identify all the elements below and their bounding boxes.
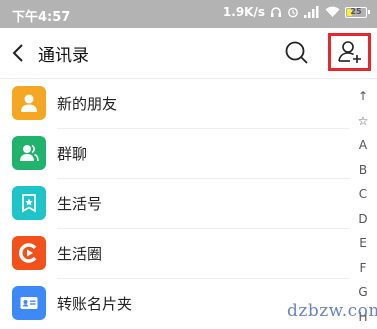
- circle-c-icon: [12, 236, 46, 270]
- search-icon: [284, 40, 310, 66]
- alphabet-index[interactable]: ↑ ☆ A B C D E F G H: [352, 84, 374, 329]
- page-title: 通讯录: [38, 41, 89, 66]
- alarm-icon: [287, 6, 299, 18]
- wifi-icon: [325, 6, 340, 18]
- index-letter[interactable]: F: [360, 256, 367, 281]
- status-bar: 下午4:57 1.9K/s 25: [0, 0, 377, 28]
- add-contact-button[interactable]: [328, 33, 371, 71]
- star-bookmark-icon: [12, 186, 46, 220]
- index-letter[interactable]: E: [359, 231, 367, 256]
- list-item-group-chat[interactable]: 群聊: [0, 129, 350, 179]
- chevron-left-icon: [10, 40, 28, 66]
- watermark: dzbzw.com: [287, 301, 377, 321]
- add-person-icon: [337, 39, 363, 65]
- battery-level: 25: [350, 8, 361, 16]
- list-item-life-circle[interactable]: 生活圈: [0, 229, 350, 279]
- index-star[interactable]: ☆: [358, 109, 369, 134]
- list-item-label: 生活号: [57, 193, 102, 214]
- list-item-label: 新的朋友: [57, 93, 117, 114]
- list-item-label: 群聊: [57, 143, 87, 164]
- index-letter[interactable]: D: [358, 207, 367, 232]
- back-button[interactable]: [10, 40, 28, 66]
- contacts-menu-list: 新的朋友 群聊 生活号 生活圈 转账名片夹: [0, 79, 350, 329]
- list-item-label: 生活圈: [57, 243, 102, 264]
- network-speed: 1.9K/s: [223, 5, 265, 19]
- card-icon: [12, 286, 46, 320]
- list-item-label: 转账名片夹: [57, 293, 132, 314]
- index-letter[interactable]: C: [359, 182, 367, 207]
- nav-bar: 通讯录: [0, 28, 377, 79]
- list-item-new-friends[interactable]: 新的朋友: [0, 79, 350, 129]
- signal-icon: [304, 6, 320, 18]
- index-up-arrow[interactable]: ↑: [358, 84, 368, 109]
- search-button[interactable]: [284, 40, 310, 66]
- headphone-icon: [270, 6, 282, 18]
- group-icon: [12, 136, 46, 170]
- battery-icon: 25: [345, 7, 367, 18]
- status-time: 下午4:57: [12, 6, 70, 25]
- status-icons: 1.9K/s 25: [223, 5, 367, 19]
- index-letter[interactable]: B: [359, 158, 367, 183]
- list-item-life-account[interactable]: 生活号: [0, 179, 350, 229]
- index-letter[interactable]: A: [359, 133, 367, 158]
- person-icon: [12, 86, 46, 120]
